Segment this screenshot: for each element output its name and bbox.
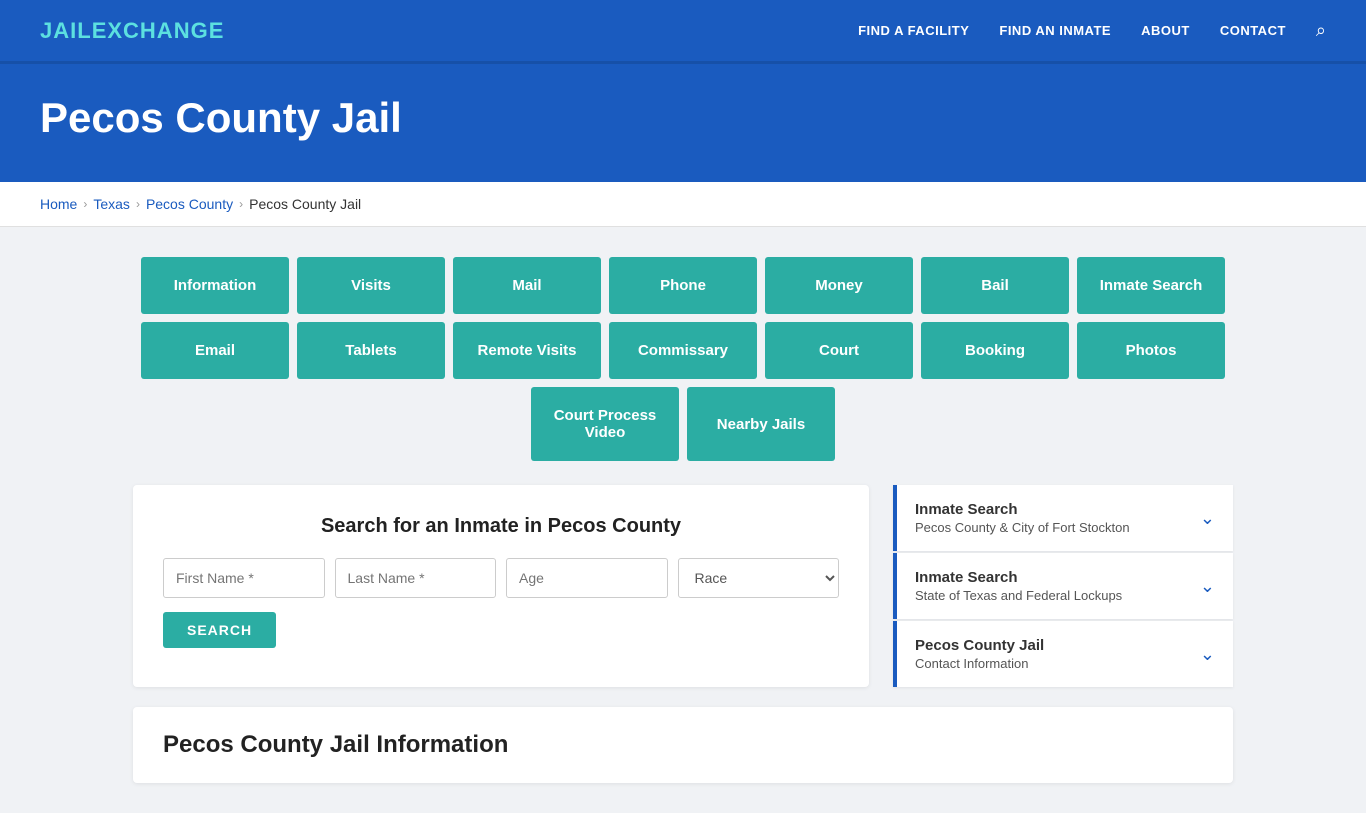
btn-commissary[interactable]: Commissary [609, 322, 757, 379]
search-title: Search for an Inmate in Pecos County [163, 515, 839, 538]
nav-about[interactable]: ABOUT [1141, 23, 1190, 38]
chevron-down-icon-2: ⌄ [1200, 576, 1215, 597]
sidebar-card-title-1: Inmate Search [915, 501, 1130, 518]
logo-jail: JAIL [40, 18, 92, 43]
search-fields: Race White Black Hispanic Asian Other [163, 558, 839, 598]
btn-mail[interactable]: Mail [453, 257, 601, 314]
breadcrumb-sep-3: › [239, 197, 243, 211]
nav-find-facility[interactable]: FIND A FACILITY [858, 23, 969, 38]
navbar: JAILEXCHANGE FIND A FACILITY FIND AN INM… [0, 0, 1366, 64]
breadcrumb-sep-1: › [83, 197, 87, 211]
nav-buttons-grid: Information Visits Mail Phone Money Bail… [133, 257, 1233, 461]
btn-court[interactable]: Court [765, 322, 913, 379]
age-input[interactable] [506, 558, 668, 598]
breadcrumb-sep-2: › [136, 197, 140, 211]
first-name-input[interactable] [163, 558, 325, 598]
btn-nearby-jails[interactable]: Nearby Jails [687, 387, 835, 461]
sidebar-inmate-search-pecos[interactable]: Inmate Search Pecos County & City of For… [893, 485, 1233, 551]
chevron-down-icon: ⌄ [1200, 508, 1215, 529]
race-select[interactable]: Race White Black Hispanic Asian Other [678, 558, 840, 598]
btn-booking[interactable]: Booking [921, 322, 1069, 379]
btn-remote-visits[interactable]: Remote Visits [453, 322, 601, 379]
breadcrumb-home[interactable]: Home [40, 196, 77, 212]
sidebar-card-text-3: Pecos County Jail Contact Information [915, 637, 1044, 671]
page-title: Pecos County Jail [40, 94, 1326, 142]
info-heading: Pecos County Jail Information [163, 731, 1203, 759]
breadcrumb-state[interactable]: Texas [93, 196, 130, 212]
chevron-down-icon-3: ⌄ [1200, 644, 1215, 665]
sidebar-card-title-2: Inmate Search [915, 569, 1122, 586]
nav-find-inmate[interactable]: FIND AN INMATE [999, 23, 1111, 38]
btn-photos[interactable]: Photos [1077, 322, 1225, 379]
btn-bail[interactable]: Bail [921, 257, 1069, 314]
btn-email[interactable]: Email [141, 322, 289, 379]
sidebar-contact-info[interactable]: Pecos County Jail Contact Information ⌄ [893, 621, 1233, 687]
sidebar-card-sub-2: State of Texas and Federal Lockups [915, 588, 1122, 603]
btn-court-process-video[interactable]: Court Process Video [531, 387, 679, 461]
breadcrumb-bar: Home › Texas › Pecos County › Pecos Coun… [0, 182, 1366, 227]
sidebar-card-text-1: Inmate Search Pecos County & City of For… [915, 501, 1130, 535]
logo-exchange: EXCHANGE [92, 18, 225, 43]
breadcrumb-current: Pecos County Jail [249, 196, 361, 212]
breadcrumb-county[interactable]: Pecos County [146, 196, 233, 212]
sidebar-card-text-2: Inmate Search State of Texas and Federal… [915, 569, 1122, 603]
search-icon[interactable]: ⌕ [1316, 20, 1326, 41]
sidebar-inmate-search-texas[interactable]: Inmate Search State of Texas and Federal… [893, 553, 1233, 619]
search-panel: Search for an Inmate in Pecos County Rac… [133, 485, 869, 687]
btn-inmate-search[interactable]: Inmate Search [1077, 257, 1225, 314]
btn-money[interactable]: Money [765, 257, 913, 314]
hero-section: Pecos County Jail [0, 64, 1366, 182]
site-logo[interactable]: JAILEXCHANGE [40, 18, 858, 44]
sidebar-card-sub-1: Pecos County & City of Fort Stockton [915, 520, 1130, 535]
sidebar-card-title-3: Pecos County Jail [915, 637, 1044, 654]
sidebar-panel: Inmate Search Pecos County & City of For… [893, 485, 1233, 687]
nav-contact[interactable]: CONTACT [1220, 23, 1286, 38]
info-section: Pecos County Jail Information [133, 707, 1233, 783]
breadcrumb: Home › Texas › Pecos County › Pecos Coun… [40, 196, 1326, 212]
btn-visits[interactable]: Visits [297, 257, 445, 314]
last-name-input[interactable] [335, 558, 497, 598]
btn-phone[interactable]: Phone [609, 257, 757, 314]
nav-links: FIND A FACILITY FIND AN INMATE ABOUT CON… [858, 20, 1326, 41]
lower-section: Search for an Inmate in Pecos County Rac… [133, 485, 1233, 687]
sidebar-card-sub-3: Contact Information [915, 656, 1044, 671]
btn-information[interactable]: Information [141, 257, 289, 314]
search-button[interactable]: SEARCH [163, 612, 276, 648]
main-content: Information Visits Mail Phone Money Bail… [0, 227, 1366, 813]
btn-tablets[interactable]: Tablets [297, 322, 445, 379]
